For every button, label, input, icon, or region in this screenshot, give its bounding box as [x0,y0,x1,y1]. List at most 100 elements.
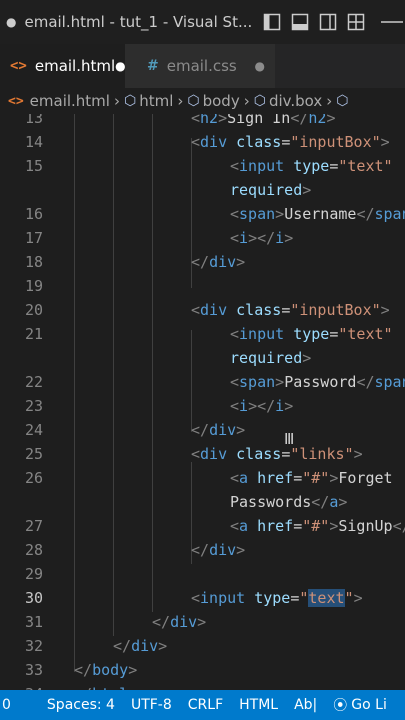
code-line[interactable]: 19 [0,274,405,298]
code-line[interactable]: 16 <span>Username</span> [0,202,405,226]
go-live-button[interactable]: ⦿ Go Li [333,695,387,715]
code-line[interactable]: Passwords</a> [0,490,405,514]
line-number: 28 [24,541,43,559]
language-mode[interactable]: HTML [239,697,278,713]
breadcrumb-file[interactable]: <> email.html [8,92,110,110]
breadcrumb-more[interactable]: ⬡ [336,93,351,109]
code-text: Passwords</a> [230,493,348,511]
code-text: </html> [74,682,137,690]
code-line[interactable]: 30 <input type="text"> [0,586,405,610]
line-number: 30 [24,589,43,607]
code-line[interactable]: required> [0,178,405,202]
line-number: 25 [24,445,43,463]
code-line[interactable]: 22 <span>Password</span> [0,370,405,394]
code-line[interactable]: 26 <a href="#">Forget [0,466,405,490]
code-text: </div> [191,253,246,271]
code-text: <i></i> [230,397,294,415]
line-number: 23 [24,397,43,415]
minimize-icon[interactable] [379,13,405,31]
code-line[interactable]: 23 <i></i> [0,394,405,418]
code-line[interactable]: 20 <div class="inputBox"> [0,298,405,322]
code-line[interactable]: 21 <input type="text" [0,322,405,346]
editor-tabs: <> email.html ● # email.css ● [0,44,405,88]
title-bar: ● email.html - tut_1 - Visual St... [0,0,405,44]
code-line[interactable]: 34 </html> [0,682,405,690]
code-text: <div class="links"> [191,445,363,463]
code-text: <i></i> [230,229,294,247]
code-line[interactable]: 33 </body> [0,658,405,682]
mouse-ibeam-cursor: Ⅲ [284,430,295,448]
eol-status[interactable]: CRLF [188,697,223,713]
broadcast-icon: ⦿ [333,698,348,714]
code-line[interactable]: 24 </div> [0,418,405,442]
line-number: 27 [24,517,43,535]
line-number: 31 [24,613,43,631]
toggle-sidebar-icon[interactable] [263,13,281,31]
chevron-right-icon: › [326,92,333,110]
code-line[interactable]: 25 <div class="links"> [0,442,405,466]
status-bar: 0 Spaces: 4 UTF-8 CRLF HTML Ab| ⦿ Go Li [0,690,405,720]
code-line[interactable]: 28 </div> [0,538,405,562]
code-text: </div> [113,637,168,655]
line-number: 18 [24,253,43,271]
chevron-right-icon: › [113,92,120,110]
breadcrumb-body[interactable]: ⬡ body [187,92,239,110]
code-line[interactable]: 27 <a href="#">SignUp</a> [0,514,405,538]
code-text: <input type="text"> [191,589,363,607]
tab-label: email.html [34,57,116,75]
breadcrumb-div-box[interactable]: ⬡ div.box [254,92,323,110]
code-text: <input type="text" [230,325,393,343]
line-number: 14 [24,133,43,151]
code-line[interactable]: required> [0,346,405,370]
element-cube-icon: ⬡ [336,93,349,109]
line-number: 15 [24,157,43,175]
code-text: <input type="text" [230,157,393,175]
element-cube-icon: ⬡ [253,93,266,109]
problems-count[interactable]: 0 [2,697,11,713]
tab-email-css[interactable]: # email.css ● [125,44,275,88]
line-number: 32 [24,637,43,655]
chevron-right-icon: › [243,92,250,110]
toggle-panel-icon[interactable] [291,13,309,31]
code-text: <div class="inputBox"> [191,133,390,151]
modified-indicator: ● [6,15,17,29]
encoding-status[interactable]: UTF-8 [131,697,172,713]
code-line[interactable]: 31 </div> [0,610,405,634]
line-number: 19 [24,277,43,295]
code-text: </div> [191,541,246,559]
code-text: <h2>Sign In</h2> [191,114,336,127]
line-number: 20 [24,301,43,319]
line-number: 16 [24,205,43,223]
code-text: <span>Username</span> [230,205,405,223]
unsaved-dot-icon[interactable]: ● [255,59,265,73]
css-file-icon: # [147,58,159,74]
layout-icon[interactable] [347,13,365,31]
window-title: email.html - tut_1 - Visual St... [24,13,253,31]
element-cube-icon: ⬡ [187,93,200,109]
code-line[interactable]: 17 <i></i> [0,226,405,250]
breadcrumb-html[interactable]: ⬡ html [124,92,173,110]
code-line[interactable]: 29 [0,562,405,586]
code-editor[interactable]: 13 <h2>Sign In</h2> 14 <div class="inputBox… [0,114,405,690]
code-text: </body> [74,661,138,679]
chevron-right-icon: › [177,92,184,110]
line-number: 21 [24,325,43,343]
indentation-status[interactable]: Spaces: 4 [47,697,115,713]
line-number: 33 [24,661,43,679]
code-line[interactable]: 18 </div> [0,250,405,274]
code-line[interactable]: 15 <input type="text" [0,154,405,178]
toggle-secondary-sidebar-icon[interactable] [319,13,337,31]
code-line[interactable]: 13 <h2>Sign In</h2> [0,114,405,130]
line-number: 34 [3,682,43,690]
line-number: 13 [24,114,43,127]
code-line[interactable]: 32 </div> [0,634,405,658]
selected-text: text [308,589,345,607]
spell-check-status[interactable]: Ab| [294,697,317,713]
tab-email-html[interactable]: <> email.html ● [0,44,126,88]
html-file-icon: <> [10,58,27,74]
code-line[interactable]: 14 <div class="inputBox"> [0,130,405,154]
line-number: 17 [24,229,43,247]
line-number: 22 [24,373,43,391]
tab-label: email.css [166,57,237,75]
html-file-icon: <> [8,93,24,109]
